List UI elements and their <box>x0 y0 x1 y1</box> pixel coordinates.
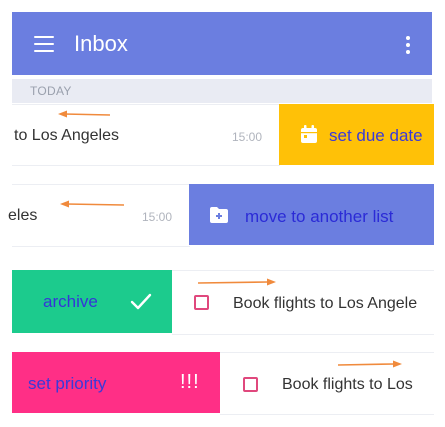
swipe-right-arrow <box>337 360 402 368</box>
move-to-list-label: move to another list <box>245 207 394 226</box>
task-row-1[interactable]: to Los Angeles 15:00 <box>12 104 280 166</box>
section-header: TODAY <box>12 79 432 103</box>
page-title: Inbox <box>74 31 128 56</box>
section-label: TODAY <box>30 84 72 98</box>
task-row-2[interactable]: eles 15:00 <box>8 184 190 247</box>
app-header: Inbox <box>12 12 432 75</box>
task-title: Book flights to Los <box>282 376 413 393</box>
task-title: eles <box>8 207 38 224</box>
set-priority-label: set priority <box>28 374 107 393</box>
folder-move-icon <box>210 207 228 223</box>
set-due-date-label: set due date <box>329 126 423 145</box>
archive-label: archive <box>43 292 98 311</box>
task-time: 15:00 <box>232 130 263 144</box>
swipe-left-arrow <box>60 200 125 208</box>
set-due-date-action[interactable]: set due date <box>279 104 434 165</box>
more-vert-icon[interactable] <box>404 36 412 54</box>
archive-action[interactable]: archive <box>12 270 172 333</box>
swipe-right-arrow <box>197 278 276 286</box>
set-priority-action[interactable]: set priority !!! <box>12 352 220 413</box>
task-title: to Los Angeles <box>14 127 119 144</box>
hamburger-menu-icon[interactable] <box>34 36 54 52</box>
swipe-left-arrow <box>58 110 111 118</box>
task-time: 15:00 <box>142 210 173 224</box>
checkmark-icon <box>130 293 152 310</box>
task-title: Book flights to Los Angele <box>233 295 418 312</box>
task-checkbox[interactable] <box>194 295 209 310</box>
move-to-list-action[interactable]: move to another list <box>189 184 434 245</box>
priority-icon: !!! <box>180 371 200 393</box>
calendar-icon <box>301 125 317 143</box>
task-checkbox[interactable] <box>243 377 258 392</box>
